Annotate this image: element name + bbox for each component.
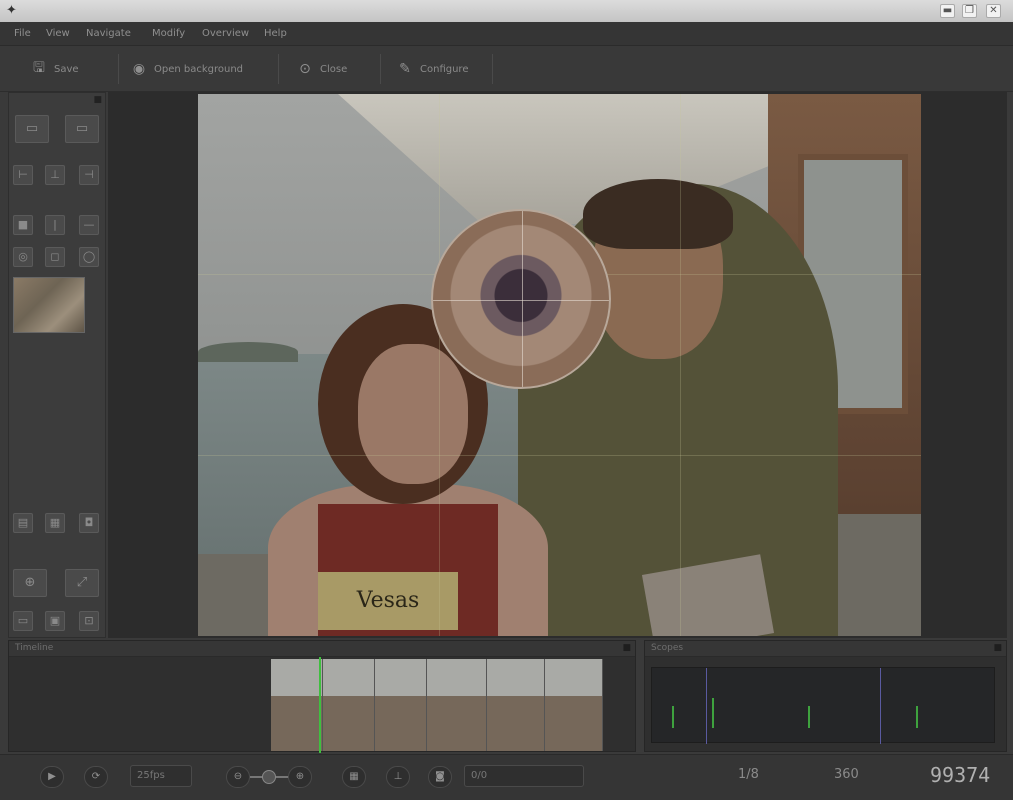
- left-tool-panel: ■ ▭ ▭ ⊢ ⊥ ⊣ ■ | — ◎ ◻ ◯ ▤ ▦ ◘ ⊕ ⤢ ▭ ▣ ⊡: [8, 92, 106, 638]
- view-single-icon[interactable]: ▭: [15, 115, 49, 143]
- minus-icon[interactable]: —: [79, 215, 99, 235]
- configure-button[interactable]: ✎ Configure: [396, 56, 468, 82]
- monitor-icon[interactable]: ▣: [45, 611, 65, 631]
- fraction-readout: 1/8: [738, 767, 759, 782]
- menu-overview[interactable]: Overview: [202, 28, 249, 39]
- snapshot-tool-icon[interactable]: ◙: [428, 766, 452, 788]
- playhead[interactable]: [319, 657, 321, 753]
- scope-bar: [712, 698, 714, 728]
- align-left-icon[interactable]: ⊢: [13, 165, 33, 185]
- save-label: Save: [54, 63, 79, 75]
- crosshair-horizontal: [433, 300, 609, 301]
- save-button[interactable]: 🖫 Save: [30, 56, 79, 82]
- fps-readout: 360: [834, 767, 859, 782]
- pin-icon[interactable]: ■: [993, 643, 1002, 653]
- configure-label: Configure: [420, 63, 469, 75]
- film-icon[interactable]: ▤: [13, 513, 33, 533]
- loop-icon[interactable]: ⟳: [84, 766, 108, 788]
- video-sign: Vesas: [318, 572, 458, 630]
- film-frame: [545, 659, 603, 751]
- film-frame: [375, 659, 427, 751]
- minimize-button[interactable]: ▬: [940, 4, 955, 18]
- stop-icon[interactable]: ■: [13, 215, 33, 235]
- preview-thumbnail[interactable]: [13, 277, 85, 333]
- zoom-out-icon[interactable]: ⊖: [226, 766, 250, 788]
- close-button[interactable]: ✕: [986, 4, 1001, 18]
- scope-marker: [880, 668, 881, 744]
- export-icon[interactable]: ⊡: [79, 611, 99, 631]
- title-bar: ✦ ▬ ❐ ✕: [0, 0, 1013, 22]
- video-stage: Vesas: [108, 92, 1007, 638]
- open-icon: ◉: [132, 61, 146, 77]
- film-frame: [271, 659, 323, 751]
- fit-icon[interactable]: ⤢: [65, 569, 99, 597]
- save-icon: 🖫: [33, 60, 45, 76]
- film-frame: [487, 659, 545, 751]
- speed-field[interactable]: 25fps: [130, 765, 192, 787]
- camera-icon[interactable]: ◘: [79, 513, 99, 533]
- timeline-panel: Timeline ■: [8, 640, 636, 753]
- menu-view[interactable]: View: [46, 28, 70, 39]
- scopes-panel: Scopes ■: [644, 640, 1007, 752]
- scope-bar: [808, 706, 810, 728]
- scope-bar: [672, 706, 674, 728]
- grid-line: [198, 455, 921, 456]
- zoom-slider-knob[interactable]: [262, 770, 276, 784]
- close-file-label: Close: [320, 63, 348, 75]
- menu-file[interactable]: File: [14, 28, 31, 39]
- split-icon[interactable]: |: [45, 215, 65, 235]
- transport-bar: ▶ ⟳ 25fps ⊖ ⊕ ▦ ⊥ ◙ 0/0 1/8 360 99374: [0, 754, 1013, 800]
- play-icon[interactable]: ▶: [40, 766, 64, 788]
- menu-modify[interactable]: Modify: [152, 28, 185, 39]
- scope-bar: [916, 706, 918, 728]
- pin-icon[interactable]: ■: [622, 643, 631, 653]
- open-background-label: Open background: [154, 63, 244, 75]
- wrench-icon: ✎: [399, 61, 411, 77]
- timeline-header: Timeline: [9, 641, 635, 657]
- pin-icon[interactable]: ■: [93, 95, 102, 105]
- align-right-icon[interactable]: ⊣: [79, 165, 99, 185]
- bottom-panels: Timeline ■ Scopes ■: [8, 640, 1007, 753]
- circle-icon[interactable]: ◯: [79, 247, 99, 267]
- zoom-icon[interactable]: ⊕: [13, 569, 47, 597]
- gallery-icon[interactable]: ▦: [45, 513, 65, 533]
- app-logo-icon: ✦: [6, 3, 17, 18]
- open-background-button[interactable]: ◉ Open background: [130, 56, 243, 82]
- align-center-icon[interactable]: ⊥: [45, 165, 65, 185]
- close-file-button[interactable]: ⊙ Close: [296, 56, 347, 82]
- grid-line: [439, 94, 440, 636]
- video-woman-face: [358, 344, 468, 484]
- measure-tool-icon[interactable]: ⊥: [386, 766, 410, 788]
- frame-counter: 99374: [930, 763, 991, 787]
- screen-icon[interactable]: ▭: [13, 611, 33, 631]
- scope-marker: [706, 668, 707, 744]
- grid-tool-icon[interactable]: ▦: [342, 766, 366, 788]
- menu-navigate[interactable]: Navigate: [86, 28, 131, 39]
- position-field[interactable]: 0/0: [464, 765, 584, 787]
- video-frame[interactable]: Vesas: [198, 94, 921, 636]
- film-frame: [323, 659, 375, 751]
- target-icon[interactable]: ◎: [13, 247, 33, 267]
- frame-icon[interactable]: ◻: [45, 247, 65, 267]
- toolbar-separator: [380, 54, 381, 84]
- scopes-header: Scopes: [645, 641, 1006, 657]
- video-man-hair: [583, 179, 733, 249]
- toolbar-separator: [278, 54, 279, 84]
- view-compare-icon[interactable]: ▭: [65, 115, 99, 143]
- menu-help[interactable]: Help: [264, 28, 287, 39]
- scope-display[interactable]: [651, 667, 995, 744]
- magnifier-loupe[interactable]: [431, 209, 611, 389]
- toolbar: 🖫 Save ◉ Open background ⊙ Close ✎ Confi…: [0, 46, 1013, 92]
- zoom-in-icon[interactable]: ⊕: [288, 766, 312, 788]
- toolbar-separator: [492, 54, 493, 84]
- menu-bar: File View Navigate Modify Overview Help: [0, 22, 1013, 46]
- maximize-button[interactable]: ❐: [962, 4, 977, 18]
- film-frame: [427, 659, 487, 751]
- video-hills: [198, 342, 298, 362]
- toolbar-separator: [118, 54, 119, 84]
- close-circle-icon: ⊙: [299, 61, 311, 77]
- grid-line: [680, 94, 681, 636]
